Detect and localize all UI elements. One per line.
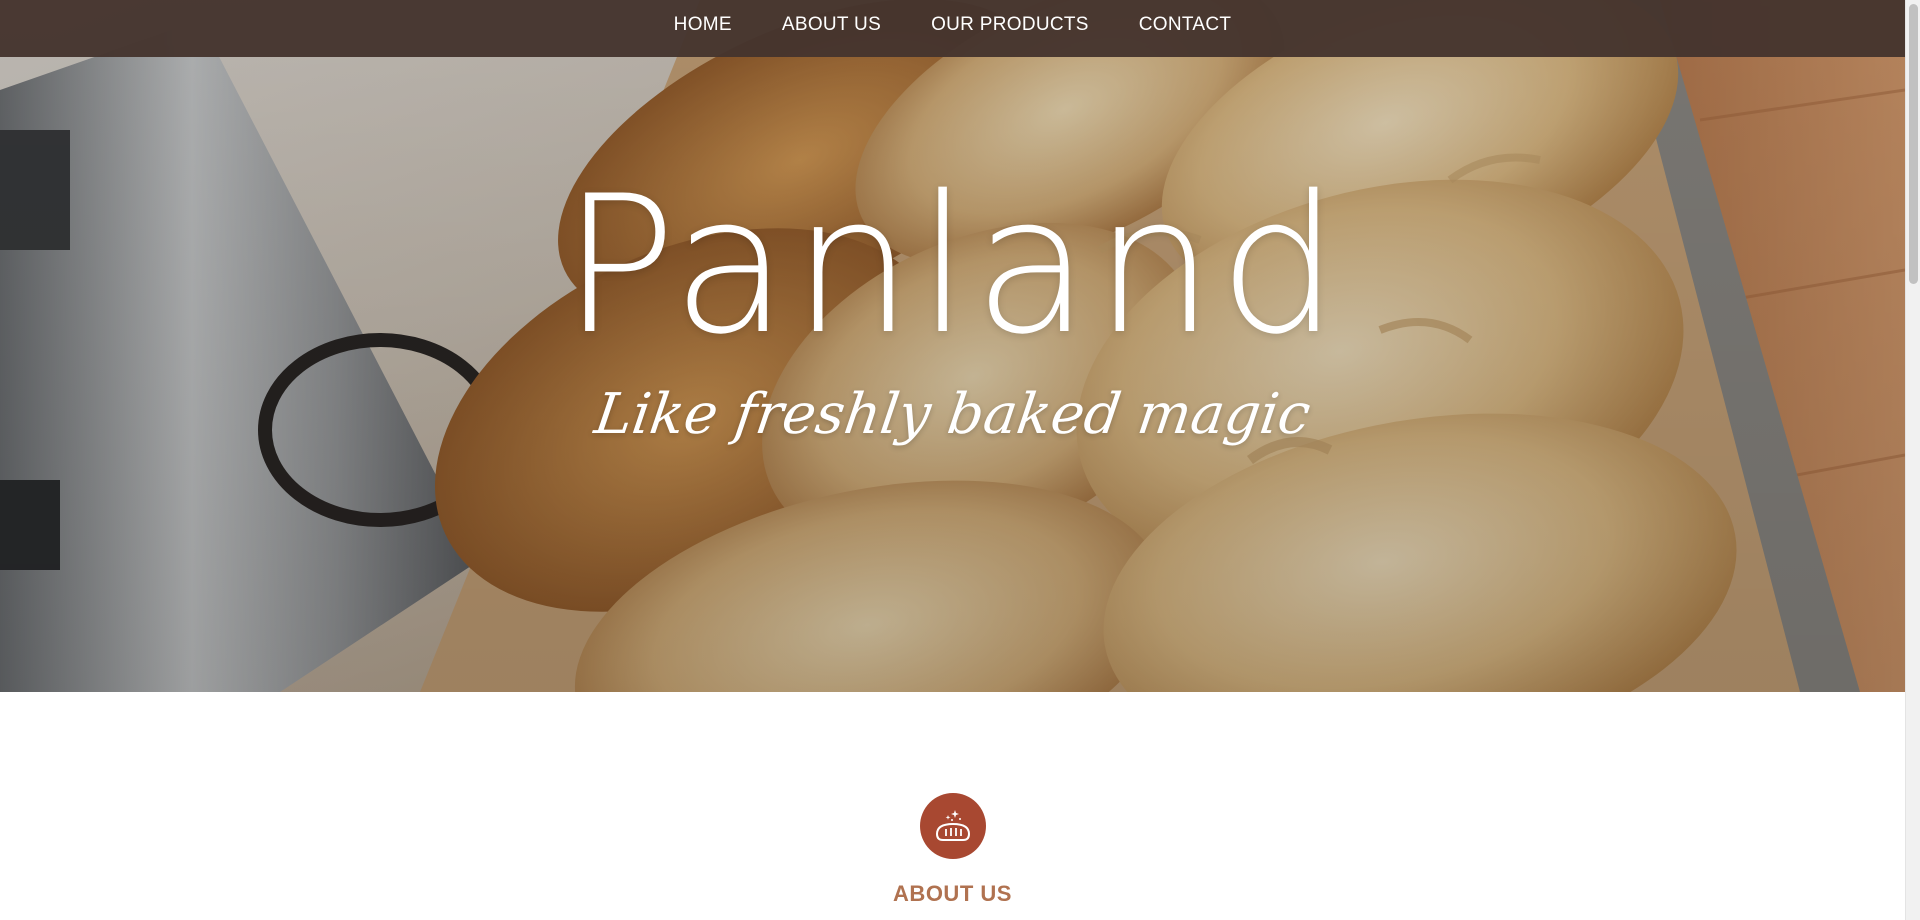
nav-about-link[interactable]: ABOUT US — [757, 0, 906, 50]
hero-section: Panland Like freshly baked magic — [0, 0, 1905, 692]
about-us-heading: ABOUT US — [893, 881, 1012, 906]
top-navigation: HOME ABOUT US OUR PRODUCTS CONTACT — [0, 0, 1905, 57]
page: Panland Like freshly baked magic HOME AB… — [0, 0, 1920, 920]
hero-tagline: Like freshly baked magic — [590, 382, 1315, 447]
hero-title: Panland — [561, 155, 1344, 376]
nav-home-link[interactable]: HOME — [649, 0, 757, 50]
nav-products-link[interactable]: OUR PRODUCTS — [906, 0, 1114, 50]
scrollbar-thumb[interactable] — [1909, 4, 1918, 284]
nav-contact-link[interactable]: CONTACT — [1114, 0, 1257, 50]
bread-sparkle-icon-glyph — [935, 810, 971, 841]
page-scrollbar[interactable] — [1905, 0, 1920, 920]
bread-sparkle-icon — [920, 793, 986, 859]
